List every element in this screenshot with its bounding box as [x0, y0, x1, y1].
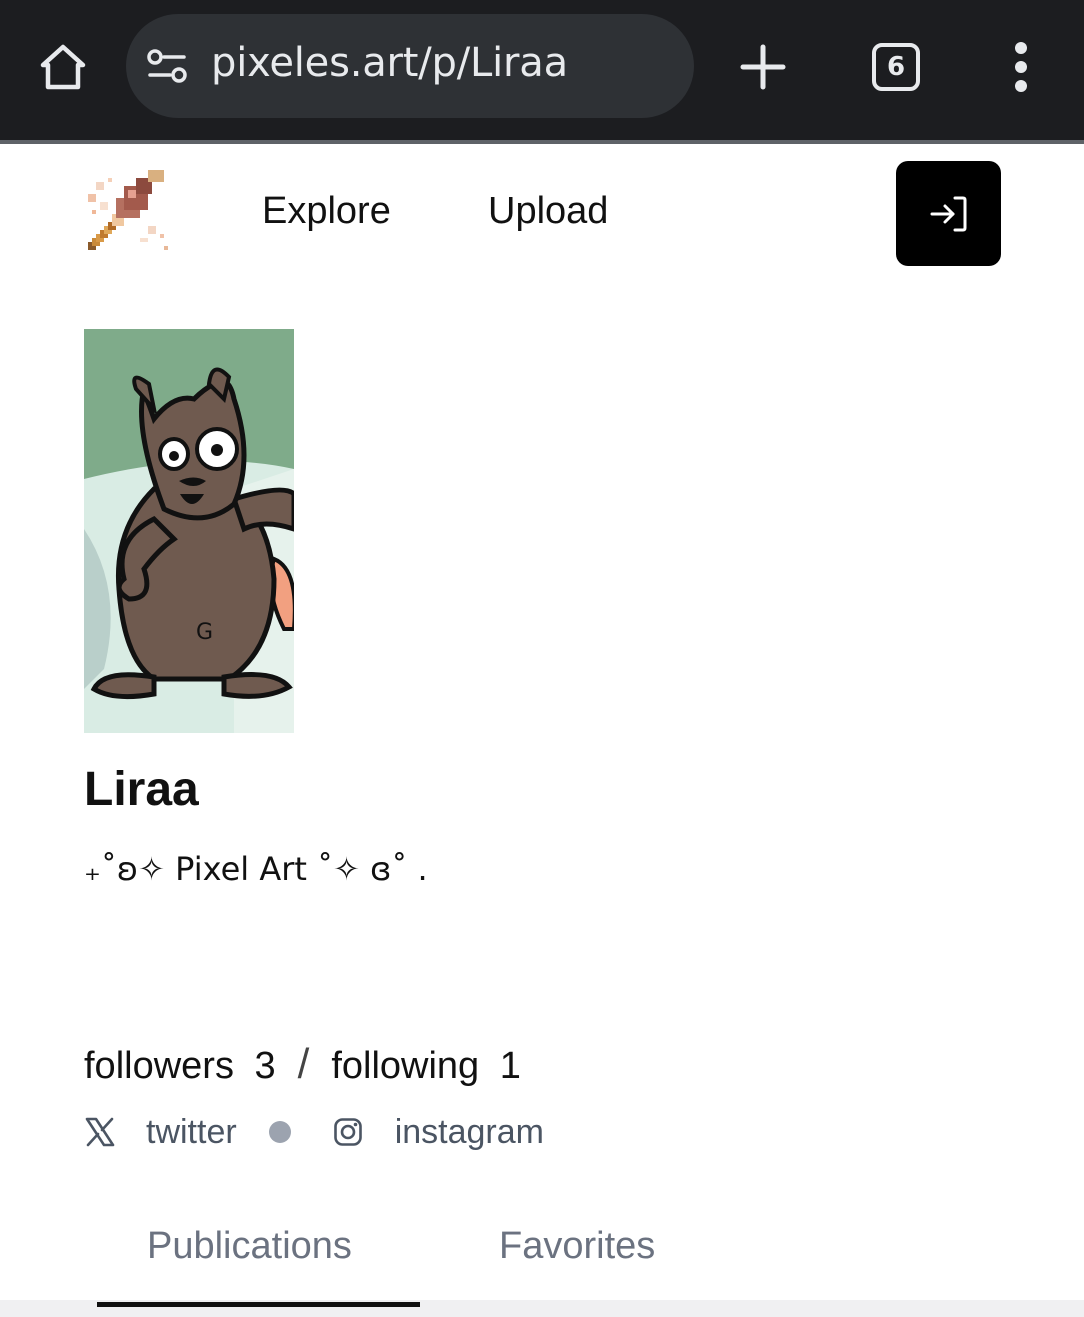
- new-tab-icon[interactable]: [738, 42, 788, 92]
- nav-upload-link[interactable]: Upload: [488, 190, 608, 233]
- instagram-icon: [333, 1118, 362, 1146]
- url-text[interactable]: pixeles.art/p/Liraa: [211, 40, 568, 86]
- toolbar-divider: [0, 140, 1084, 144]
- profile-avatar: G: [84, 329, 294, 733]
- tab-publications[interactable]: Publications: [147, 1225, 352, 1268]
- site-info-icon[interactable]: [146, 48, 188, 84]
- follow-separator: /: [297, 1040, 310, 1087]
- follow-stats: followers 3 / following 1: [84, 1040, 521, 1088]
- following-count: 1: [499, 1045, 521, 1087]
- tab-switcher-button[interactable]: 6: [872, 43, 920, 91]
- instagram-link[interactable]: instagram: [395, 1113, 544, 1152]
- social-links: twitter instagram: [84, 1108, 544, 1156]
- twitter-link[interactable]: twitter: [146, 1113, 237, 1152]
- social-separator-dot: [268, 1121, 291, 1143]
- followers-label: followers: [84, 1045, 234, 1087]
- x-icon: [85, 1117, 115, 1147]
- nav-explore-link[interactable]: Explore: [262, 190, 391, 233]
- tab-count: 6: [886, 52, 906, 82]
- home-icon[interactable]: [36, 40, 90, 94]
- profile-bio: ₊˚ʚ✧ Pixel Art ˚✧ ɞ˚ .: [84, 850, 428, 888]
- following-link[interactable]: following 1: [331, 1045, 521, 1088]
- active-tab-indicator: [97, 1302, 420, 1307]
- following-label: following: [331, 1045, 480, 1087]
- svg-text:G: G: [196, 620, 213, 645]
- followers-count: 3: [254, 1045, 276, 1087]
- followers-link[interactable]: followers 3: [84, 1045, 276, 1088]
- login-icon: [930, 196, 966, 231]
- site-logo[interactable]: [84, 166, 176, 258]
- address-bar[interactable]: pixeles.art/p/Liraa: [126, 14, 694, 118]
- profile-username: Liraa: [84, 763, 199, 816]
- login-button[interactable]: [896, 161, 1001, 266]
- browser-toolbar: pixeles.art/p/Liraa 6: [0, 0, 1084, 140]
- more-menu-icon[interactable]: [1002, 40, 1040, 94]
- tab-favorites[interactable]: Favorites: [499, 1225, 655, 1268]
